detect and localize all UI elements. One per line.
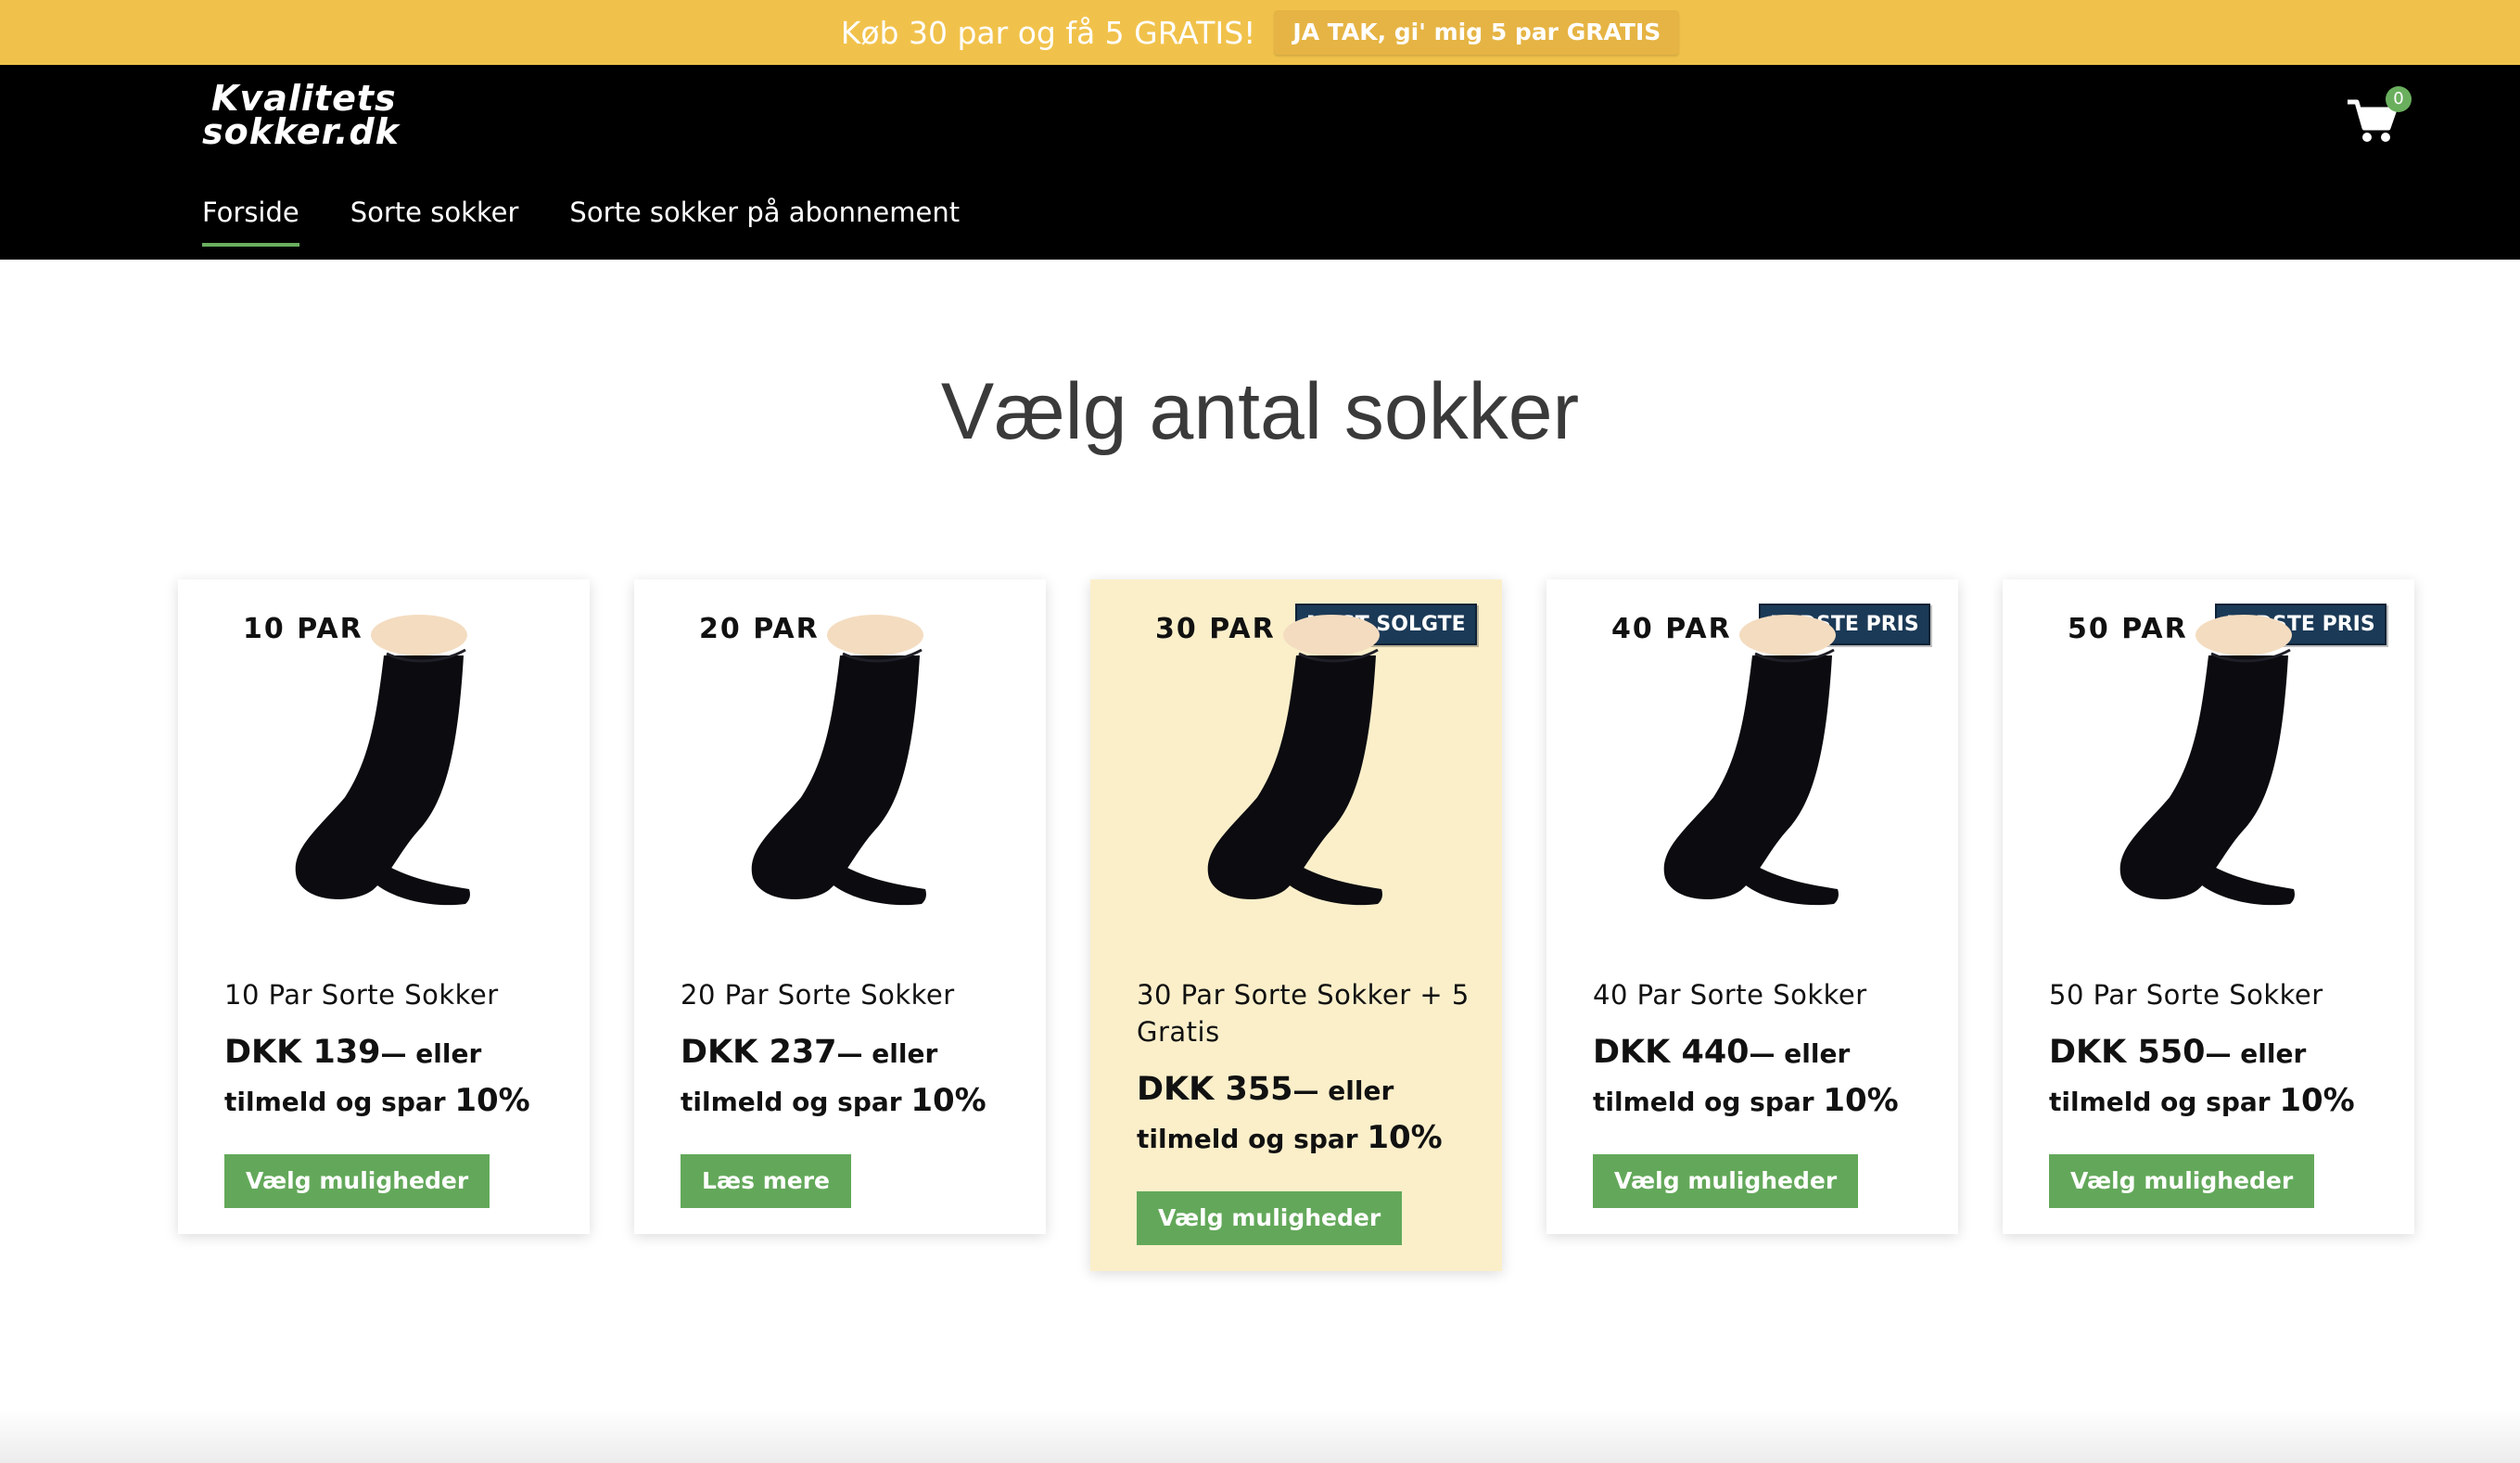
price-amount: DKK 237 <box>681 1034 837 1071</box>
cart-count-badge: 0 <box>2386 86 2412 112</box>
site-header: Kvalitets sokker.dk Forside Sorte sokker… <box>0 65 2520 260</box>
subscribe-text: tilmeld og spar <box>1593 1087 1814 1117</box>
product-price: DKK 355— eller tilmeld og spar 10% <box>1137 1066 1489 1163</box>
subscribe-text: tilmeld og spar <box>2049 1087 2271 1117</box>
price-suffix: — eller <box>1292 1075 1394 1106</box>
select-options-button[interactable]: Vælg muligheder <box>224 1154 490 1208</box>
product-card[interactable]: 20 PAR 20 Par Sorte Sokker DKK 237— elle… <box>634 579 1046 1234</box>
nav-item-sorte-sokker[interactable]: Sorte sokker <box>350 197 519 247</box>
read-more-button[interactable]: Læs mere <box>681 1154 852 1208</box>
product-card-featured[interactable]: 30 PAR MEST SOLGTE 30 Par Sorte Sokker +… <box>1090 579 1502 1271</box>
price-suffix: — eller <box>2205 1038 2307 1069</box>
main-nav: Forside Sorte sokker Sorte sokker på abo… <box>202 197 1011 247</box>
price-suffix: — eller <box>380 1038 482 1069</box>
product-name[interactable]: 10 Par Sorte Sokker <box>224 976 558 1013</box>
product-name[interactable]: 20 Par Sorte Sokker <box>681 976 1014 1013</box>
discount-percent: 10% <box>910 1082 986 1119</box>
price-amount: DKK 550 <box>2049 1034 2206 1071</box>
select-options-button[interactable]: Vælg muligheder <box>1593 1154 1859 1208</box>
product-card[interactable]: 10 PAR 10 Par Sorte Sokker DKK 139— elle… <box>178 579 590 1234</box>
sock-image <box>1663 615 1839 906</box>
select-options-button[interactable]: Vælg muligheder <box>2049 1154 2315 1208</box>
select-options-button[interactable]: Vælg muligheder <box>1137 1191 1403 1245</box>
nav-item-abonnement[interactable]: Sorte sokker på abonnement <box>569 197 960 247</box>
logo-line-2: sokker.dk <box>202 111 400 152</box>
product-price: DKK 550— eller tilmeld og spar 10% <box>2049 1029 2401 1126</box>
logo-line-1: Kvalitets <box>211 78 397 119</box>
price-amount: DKK 139 <box>224 1034 381 1071</box>
page-title: Vælg antal sokker <box>940 367 1580 456</box>
price-suffix: — eller <box>1749 1038 1851 1069</box>
sock-image <box>751 615 926 906</box>
product-name[interactable]: 50 Par Sorte Sokker <box>2049 976 2383 1013</box>
price-amount: DKK 440 <box>1593 1034 1750 1071</box>
product-card[interactable]: 50 PAR BEDSTE PRIS 50 Par Sorte Sokker D… <box>2003 579 2414 1234</box>
discount-percent: 10% <box>454 1082 530 1119</box>
sock-image <box>1207 615 1382 906</box>
promo-text: Køb 30 par og få 5 GRATIS! <box>840 14 1256 51</box>
price-suffix: — eller <box>836 1038 938 1069</box>
product-name[interactable]: 30 Par Sorte Sokker + 5 Gratis <box>1137 976 1470 1050</box>
discount-percent: 10% <box>1367 1119 1443 1156</box>
subscribe-text: tilmeld og spar <box>681 1087 902 1117</box>
page-bottom-divider <box>0 1409 2520 1463</box>
site-logo[interactable]: Kvalitets sokker.dk <box>202 78 400 152</box>
subscribe-text: tilmeld og spar <box>1137 1124 1358 1154</box>
subscribe-text: tilmeld og spar <box>224 1087 446 1117</box>
discount-percent: 10% <box>2279 1082 2355 1119</box>
product-card[interactable]: 40 PAR BEDSTE PRIS 40 Par Sorte Sokker D… <box>1546 579 1958 1234</box>
sock-image <box>295 615 470 906</box>
nav-item-forside[interactable]: Forside <box>202 197 299 247</box>
sock-image <box>2119 615 2295 906</box>
promo-bar: Køb 30 par og få 5 GRATIS! JA TAK, gi' m… <box>0 0 2520 65</box>
product-name[interactable]: 40 Par Sorte Sokker <box>1593 976 1927 1013</box>
price-amount: DKK 355 <box>1137 1071 1293 1108</box>
claim-offer-button[interactable]: JA TAK, gi' mig 5 par GRATIS <box>1274 10 1680 55</box>
discount-percent: 10% <box>1823 1082 1899 1119</box>
product-price: DKK 237— eller tilmeld og spar 10% <box>681 1029 1033 1126</box>
product-price: DKK 139— eller tilmeld og spar 10% <box>224 1029 577 1126</box>
product-price: DKK 440— eller tilmeld og spar 10% <box>1593 1029 1945 1126</box>
